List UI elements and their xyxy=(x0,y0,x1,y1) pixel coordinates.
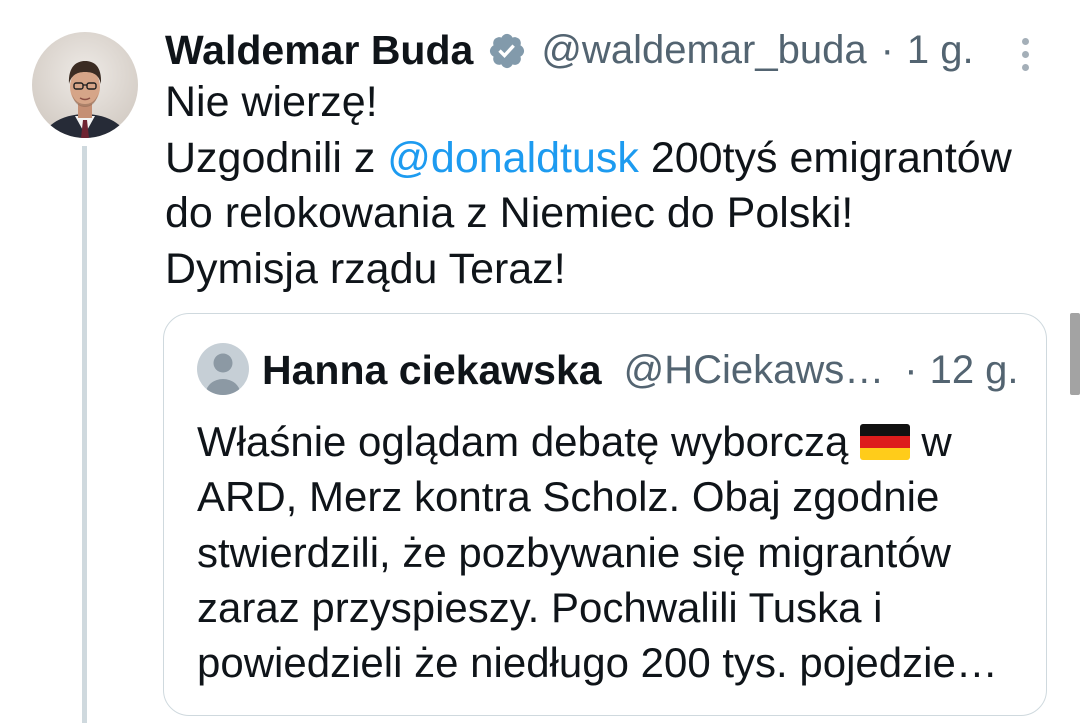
default-avatar-icon xyxy=(197,343,249,395)
thread-line xyxy=(82,146,87,723)
more-vertical-icon xyxy=(1022,38,1029,45)
quoted-tweet-text: Właśnie oglądam debatę wyborczą w ARD, Me… xyxy=(197,414,998,690)
mention-link[interactable]: @donaldtusk xyxy=(387,134,639,182)
scrollbar-thumb[interactable] xyxy=(1070,313,1080,395)
quoted-text-line: stwierdzili, że pozbywanie się migrantów xyxy=(197,528,951,576)
separator-dot: · xyxy=(904,348,918,392)
quoted-author-handle[interactable]: @HCiekaws… xyxy=(624,345,885,395)
tweet-header: Waldemar Buda @waldemar_buda · 1 g. xyxy=(165,25,974,75)
quoted-text-line: powiedzieli że niedługo 200 tys. pojedzi… xyxy=(197,639,998,686)
tweet-text-segment: Uzgodnili z xyxy=(165,133,388,182)
germany-flag-icon xyxy=(860,424,911,460)
quoted-text-line: Właśnie oglądam debatę wyborczą w xyxy=(197,414,998,469)
verified-badge-icon xyxy=(490,33,525,69)
tweet-text-line: do relokowania z Niemiec do Polski! xyxy=(165,189,854,237)
quoted-text-segment: Właśnie oglądam debatę wyborczą xyxy=(197,418,849,465)
quoted-text-line: zaraz przyspieszy. Pochwalili Tuska i xyxy=(197,583,883,631)
tweet-text-line: Dymisja rządu Teraz! xyxy=(165,244,566,293)
quoted-author-avatar[interactable] xyxy=(197,343,249,395)
tweet-text-line: Uzgodnili z @donaldtusk 200tyś emigrantó… xyxy=(165,131,1012,187)
quoted-timestamp[interactable]: 12 g. xyxy=(930,345,1019,395)
author-name[interactable]: Waldemar Buda xyxy=(165,25,473,75)
quoted-author-name[interactable]: Hanna ciekawska xyxy=(262,345,602,395)
quoted-text-segment: w xyxy=(921,418,952,465)
timestamp[interactable]: 1 g. xyxy=(907,25,974,75)
avatar[interactable] xyxy=(32,32,138,138)
quoted-tweet-card[interactable]: Hanna ciekawska @HCiekaws… · 12 g. Właśn… xyxy=(163,313,1047,716)
author-handle[interactable]: @waldemar_buda xyxy=(541,25,866,75)
tweet-text-segment: 200tyś emigrantów xyxy=(638,133,1012,182)
quoted-text-line: ARD, Merz kontra Scholz. Obaj zgodnie xyxy=(197,473,940,521)
quoted-tweet-header: Hanna ciekawska @HCiekaws… · 12 g. xyxy=(262,345,1019,395)
tweet-view: Waldemar Buda @waldemar_buda · 1 g. Nie … xyxy=(0,0,1080,723)
profile-photo xyxy=(32,32,138,138)
separator-dot: · xyxy=(880,28,894,72)
tweet-text: Nie wierzę! Uzgodnili z @donaldtusk 200t… xyxy=(165,75,1012,297)
more-options-button[interactable] xyxy=(1016,34,1036,76)
tweet-text-line: Nie wierzę! xyxy=(165,78,378,126)
